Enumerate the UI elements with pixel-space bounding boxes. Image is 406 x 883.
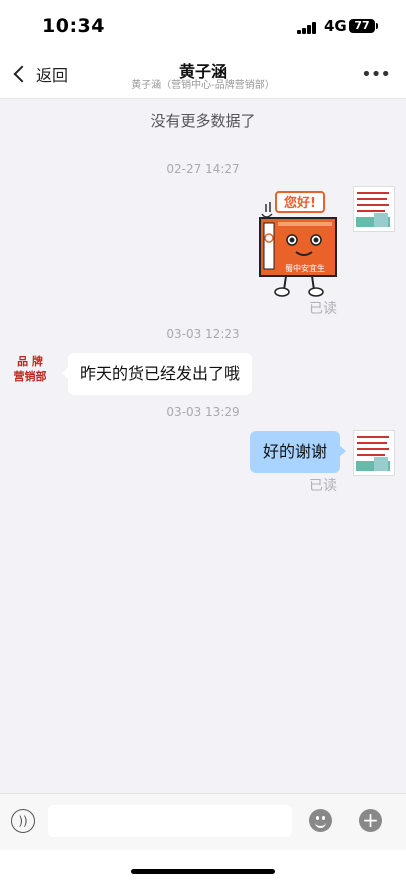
home-indicator-area xyxy=(0,850,406,883)
status-time: 10:34 xyxy=(42,15,105,37)
more-dots-icon[interactable]: ••• xyxy=(361,64,391,85)
status-bar: 10:34 4G 77 xyxy=(0,0,406,50)
avatar-text-line: 营销部 xyxy=(13,370,47,383)
incoming-message-bubble[interactable]: 昨天的货已经发出了哦 xyxy=(61,353,253,395)
avatar-text-line: 品 牌 xyxy=(17,355,43,368)
emoji-icon[interactable] xyxy=(309,809,332,832)
chat-subtitle: 黄子涵（营销中心-品牌营销部） xyxy=(131,80,275,91)
read-receipt: 已读 xyxy=(309,478,337,494)
chat-header: 返回 黄子涵 黄子涵（营销中心-品牌营销部） ••• xyxy=(0,50,406,99)
sticker-badge: 蜀中安宜生 xyxy=(285,263,325,273)
message-input[interactable] xyxy=(48,805,292,837)
network-type: 4G xyxy=(324,17,347,35)
no-more-data-notice: 没有更多数据了 xyxy=(150,112,256,130)
battery-icon: 77 xyxy=(349,19,378,33)
message-timestamp: 02-27 14:27 xyxy=(166,162,240,176)
message-timestamp: 03-03 12:23 xyxy=(166,327,240,341)
sticker-message[interactable]: 您好! 蜀中安宜生 xyxy=(256,190,340,298)
sticker-greeting: 您好! xyxy=(284,195,316,211)
sticker-image: 您好! 蜀中安宜生 xyxy=(259,191,337,297)
outgoing-message-bubble[interactable]: 好的谢谢 xyxy=(250,431,346,473)
signal-icon xyxy=(297,22,319,34)
voice-icon[interactable]: )) xyxy=(11,809,35,833)
plus-icon[interactable]: + xyxy=(359,809,382,832)
read-receipt: 已读 xyxy=(309,301,337,317)
my-avatar[interactable] xyxy=(353,430,395,476)
message-input-bar: )) + xyxy=(0,793,406,850)
my-avatar[interactable] xyxy=(353,186,395,232)
contact-avatar[interactable]: 品 牌 营销部 xyxy=(10,354,50,398)
home-indicator[interactable] xyxy=(131,869,275,874)
message-timestamp: 03-03 13:29 xyxy=(166,405,240,419)
